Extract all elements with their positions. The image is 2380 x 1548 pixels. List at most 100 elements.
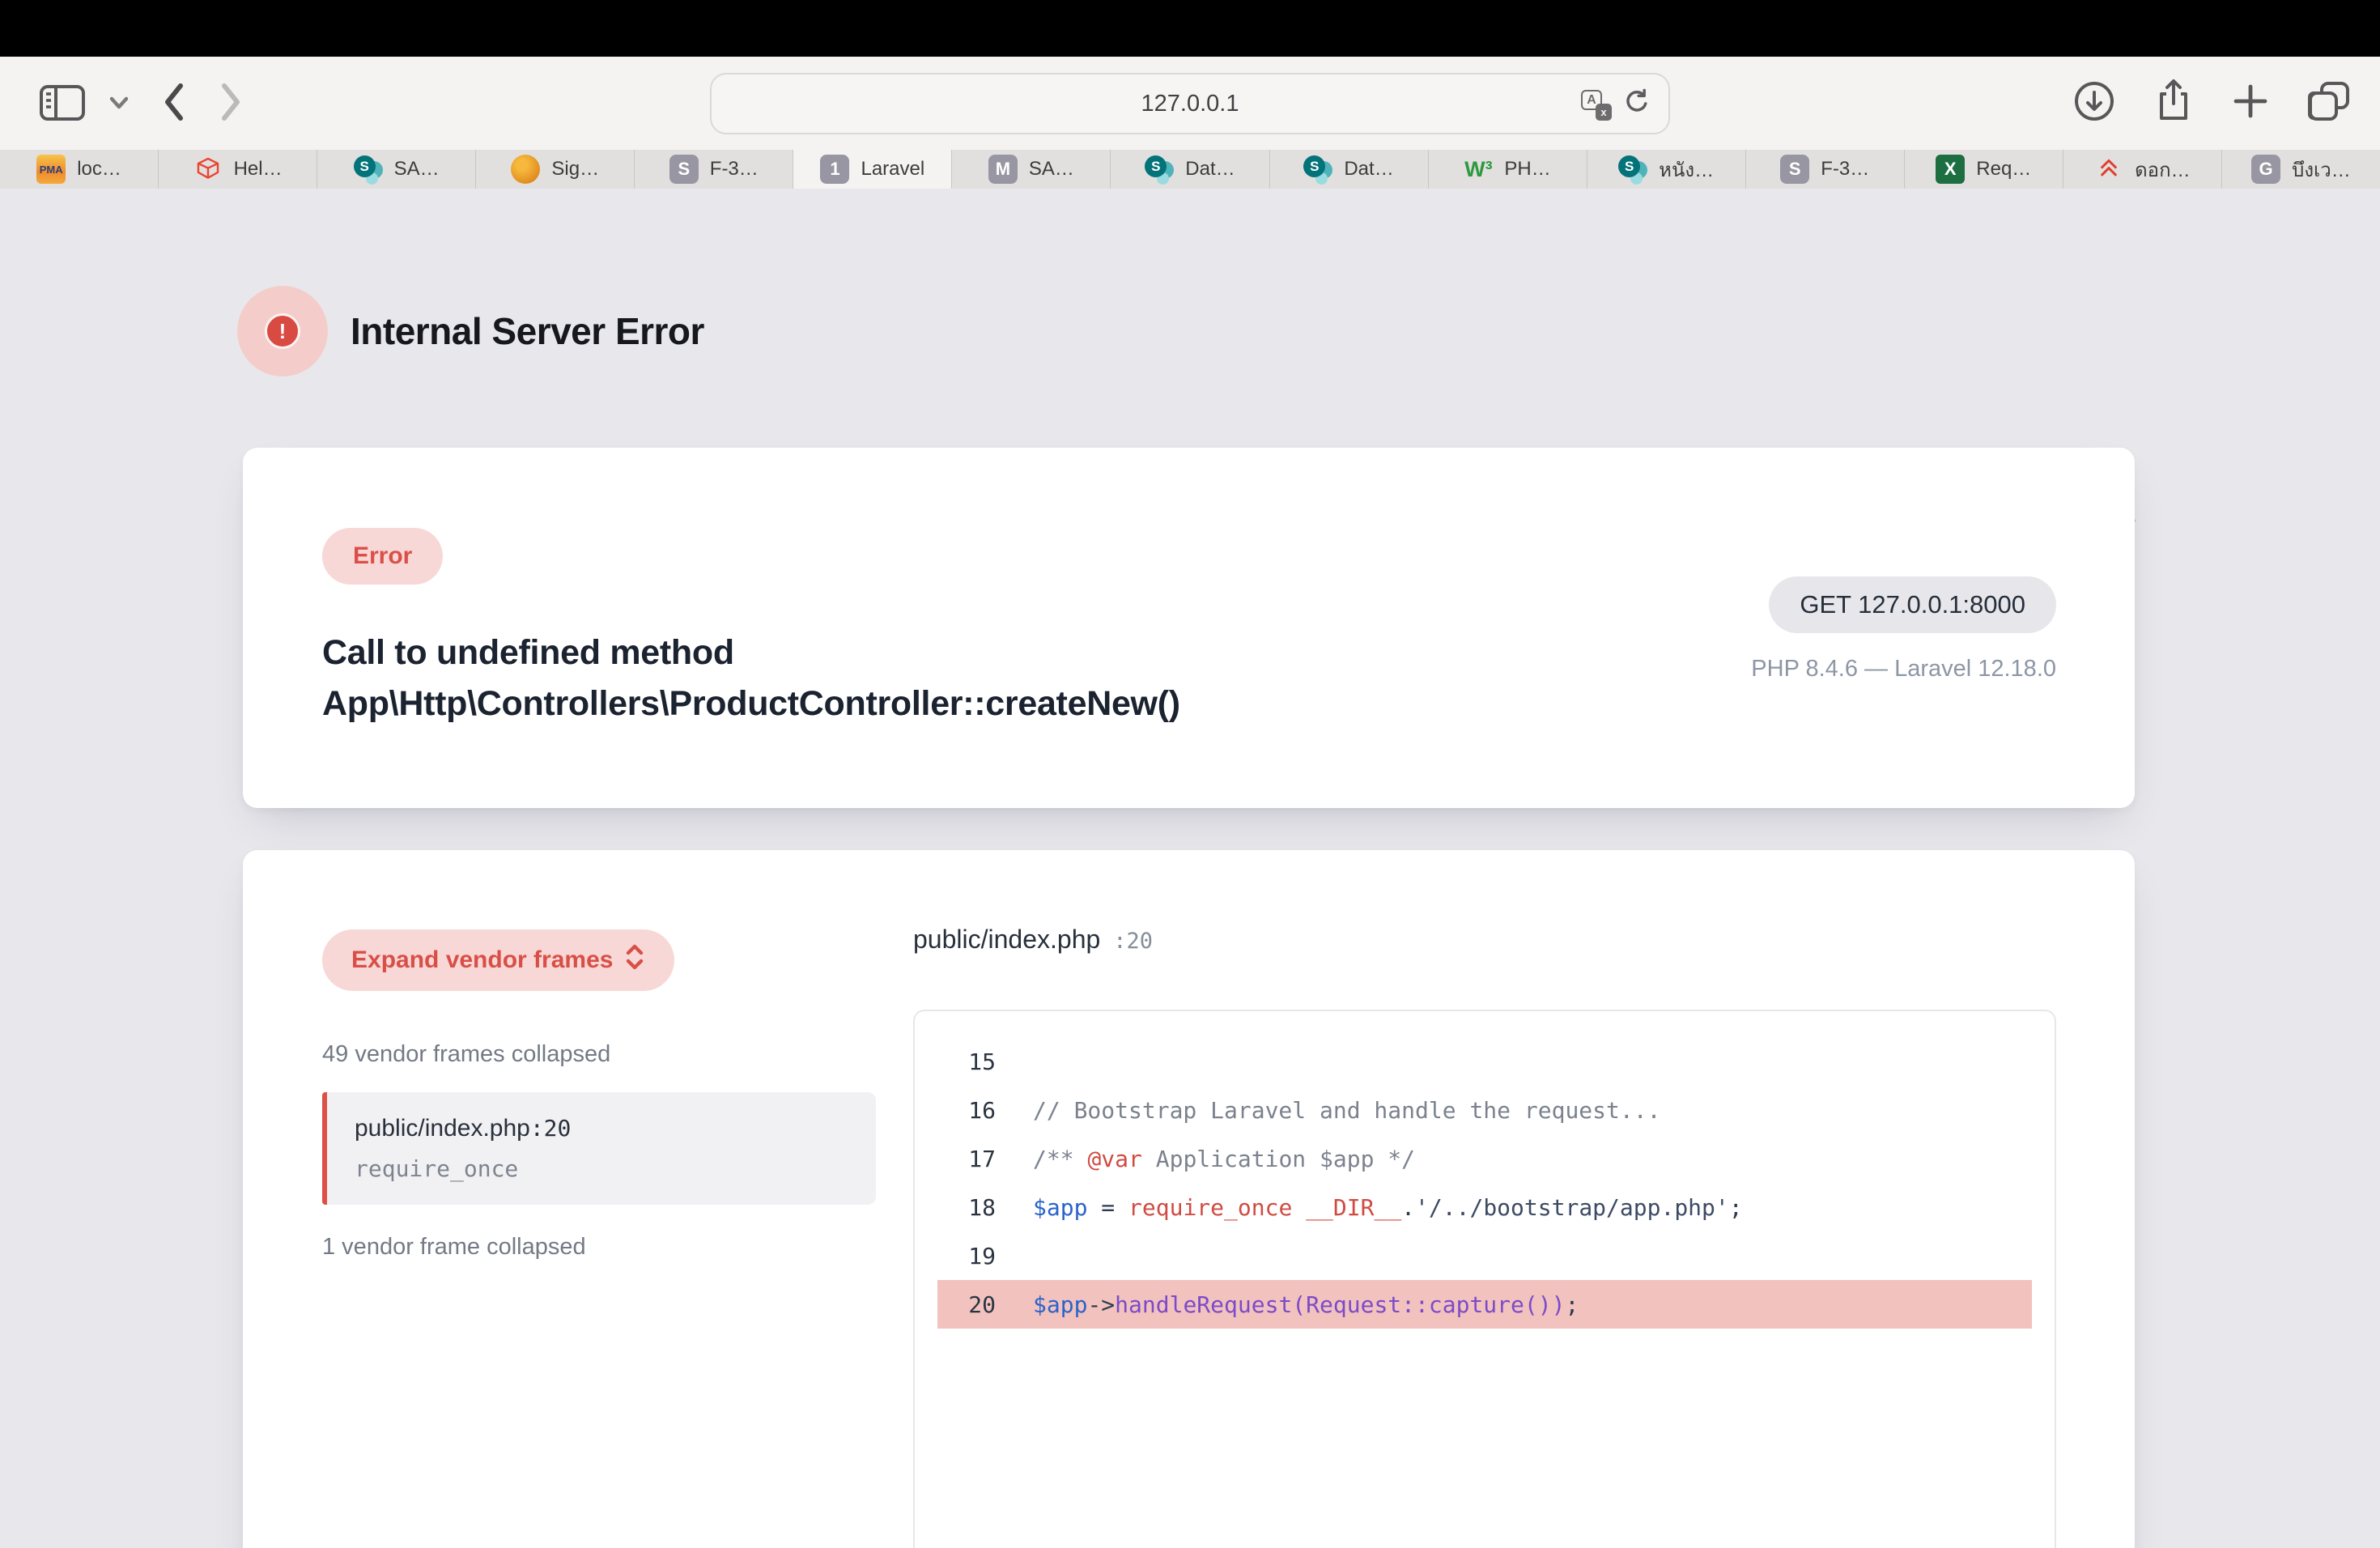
code-text: $app = require_once __DIR__.'/../bootstr… bbox=[1033, 1194, 1743, 1221]
tab-overview-icon[interactable] bbox=[2307, 80, 2352, 126]
tab[interactable]: PMA loc… bbox=[0, 150, 159, 189]
line-number: 16 bbox=[937, 1097, 996, 1124]
code-line-highlighted: 20 $app->handleRequest(Request::capture()… bbox=[937, 1280, 2032, 1329]
exception-message: Call to undefined method App\Http\Contro… bbox=[322, 627, 1180, 729]
expand-chevrons-icon bbox=[624, 943, 645, 977]
letter-badge-icon: M bbox=[988, 155, 1018, 184]
line-number: 19 bbox=[937, 1243, 996, 1269]
code-text: /** @var Application $app */ bbox=[1033, 1146, 1415, 1172]
error-page: ! Internal Server Error Error Call to un… bbox=[0, 189, 2380, 1548]
url-text: 127.0.0.1 bbox=[1141, 91, 1239, 117]
tab-label: Sig… bbox=[551, 158, 599, 181]
code-line: 17 /** @var Application $app */ bbox=[937, 1134, 2032, 1183]
tab[interactable]: S Dat… bbox=[1111, 150, 1269, 189]
w3schools-icon: W³ bbox=[1464, 155, 1493, 184]
tab[interactable]: G บึงเว… bbox=[2222, 150, 2380, 189]
tab[interactable]: S Dat… bbox=[1270, 150, 1429, 189]
tab[interactable]: S หนัง… bbox=[1587, 150, 1746, 189]
line-number: 20 bbox=[937, 1291, 996, 1318]
line-number: 18 bbox=[937, 1194, 996, 1221]
frame-file-label: public/index.php:20 bbox=[355, 1115, 848, 1142]
tab-label: loc… bbox=[77, 158, 121, 181]
sharepoint-icon: S bbox=[1303, 155, 1332, 184]
code-line: 19 bbox=[937, 1231, 2032, 1280]
request-badge: GET 127.0.0.1:8000 bbox=[1769, 576, 2056, 633]
error-type-badge: Error bbox=[322, 528, 443, 585]
exception-message-line2: App\Http\Controllers\ProductController::… bbox=[322, 678, 1180, 729]
tab-label: Laravel bbox=[861, 158, 924, 181]
excel-icon: X bbox=[1936, 155, 1965, 184]
downloads-icon[interactable] bbox=[2072, 79, 2116, 127]
tab[interactable]: ดอก… bbox=[2063, 150, 2222, 189]
phpmyadmin-icon: PMA bbox=[36, 155, 66, 184]
translate-icon[interactable]: Ax bbox=[1581, 90, 1609, 117]
code-file-header: public/index.php :20 bbox=[913, 925, 1153, 955]
tab-label: F-3… bbox=[710, 158, 759, 181]
tab-active[interactable]: 1 Laravel bbox=[793, 150, 952, 189]
page-header: ! Internal Server Error bbox=[237, 286, 704, 376]
error-alert-icon: ! bbox=[237, 286, 328, 376]
tab-strip: PMAloc…Hel…SSA…Sig…SF-3…1LaravelMSA…SDat… bbox=[0, 150, 2380, 189]
tab-label: Hel… bbox=[234, 158, 283, 181]
code-preview-column: public/index.php :20 15 16 // Bootstrap La… bbox=[913, 850, 2056, 1548]
frame-function-label: require_once bbox=[355, 1155, 848, 1182]
tab-label: SA… bbox=[1029, 158, 1074, 181]
tab-label: Dat… bbox=[1344, 158, 1393, 181]
new-tab-icon[interactable] bbox=[2231, 82, 2270, 125]
browser-toolbar: 127.0.0.1 Ax bbox=[0, 57, 2380, 150]
sharepoint-icon: S bbox=[1618, 155, 1647, 184]
sidebar-toggle-icon[interactable] bbox=[34, 74, 91, 131]
line-number: 15 bbox=[937, 1048, 996, 1075]
sharepoint-icon: S bbox=[1145, 155, 1174, 184]
tab[interactable]: M SA… bbox=[952, 150, 1111, 189]
reload-icon[interactable] bbox=[1621, 87, 1652, 121]
letter-badge-icon: G bbox=[2251, 155, 2280, 184]
tab[interactable]: S F-3… bbox=[635, 150, 793, 189]
address-bar[interactable]: 127.0.0.1 Ax bbox=[710, 73, 1670, 134]
tab-label: SA… bbox=[394, 158, 440, 181]
sidebar-chevron-icon[interactable] bbox=[105, 89, 133, 117]
page-title: Internal Server Error bbox=[351, 309, 704, 353]
code-text: // Bootstrap Laravel and handle the requ… bbox=[1033, 1097, 1660, 1124]
tab[interactable]: X Req… bbox=[1905, 150, 2063, 189]
orange-orb-icon bbox=[511, 155, 540, 184]
code-line-ref: :20 bbox=[1113, 929, 1153, 954]
code-lines: 15 16 // Bootstrap Laravel and handle the … bbox=[915, 1037, 2055, 1329]
letter-badge-icon: S bbox=[1780, 155, 1809, 184]
code-text: $app->handleRequest(Request::capture()); bbox=[1033, 1291, 1579, 1318]
tab[interactable]: Hel… bbox=[159, 150, 317, 189]
back-button-icon[interactable] bbox=[151, 79, 196, 125]
expand-vendor-frames-button[interactable]: Expand vendor frames bbox=[322, 929, 674, 991]
tab-label: ดอก… bbox=[2135, 154, 2191, 185]
letter-badge-icon: 1 bbox=[820, 155, 849, 184]
code-panel: 15 16 // Bootstrap Laravel and handle the … bbox=[913, 1010, 2056, 1548]
tab-label: หนัง… bbox=[1659, 154, 1714, 185]
tab[interactable]: Sig… bbox=[476, 150, 635, 189]
error-summary-card: Error Call to undefined method App\Http\… bbox=[243, 448, 2135, 808]
code-file-name: public/index.php bbox=[913, 925, 1100, 955]
code-line: 16 // Bootstrap Laravel and handle the re… bbox=[937, 1086, 2032, 1134]
tab[interactable]: SSA… bbox=[317, 150, 476, 189]
forward-button-icon[interactable] bbox=[209, 79, 254, 125]
tab[interactable]: W³ PH… bbox=[1429, 150, 1587, 189]
active-frame-item[interactable]: public/index.php:20 require_once bbox=[322, 1092, 876, 1205]
laravel-icon bbox=[193, 155, 223, 184]
code-line: 18 $app = require_once __DIR__.'/../boots… bbox=[937, 1183, 2032, 1231]
collapsed-frames-label-bottom: 1 vendor frame collapsed bbox=[322, 1234, 876, 1261]
letter-badge-icon: S bbox=[669, 155, 699, 184]
stack-trace-card: Expand vendor frames 49 vendor frames co… bbox=[243, 850, 2135, 1548]
share-icon[interactable] bbox=[2153, 78, 2194, 129]
code-line: 15 bbox=[937, 1037, 2032, 1086]
tab-label: Dat… bbox=[1185, 158, 1235, 181]
tab-label: F-3… bbox=[1821, 158, 1869, 181]
tab[interactable]: S F-3… bbox=[1746, 150, 1905, 189]
exception-message-line1: Call to undefined method bbox=[322, 627, 1180, 678]
tab-label: บึงเว… bbox=[2292, 154, 2351, 185]
trace-frames-column: Expand vendor frames 49 vendor frames co… bbox=[322, 929, 876, 1261]
red-chevrons-icon bbox=[2094, 155, 2123, 184]
version-info: PHP 8.4.6 — Laravel 12.18.0 bbox=[1751, 656, 2056, 683]
tab-label: Req… bbox=[1976, 158, 2031, 181]
request-info: GET 127.0.0.1:8000 PHP 8.4.6 — Laravel 1… bbox=[1751, 576, 2056, 683]
tab-label: PH… bbox=[1504, 158, 1550, 181]
line-number: 17 bbox=[937, 1146, 996, 1172]
